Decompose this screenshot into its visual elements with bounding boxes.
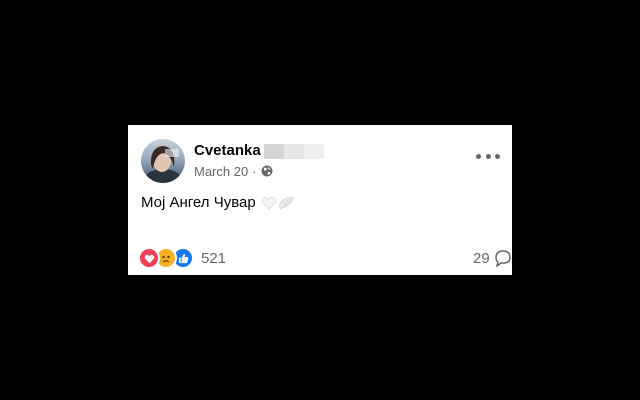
- love-icon: [138, 247, 160, 269]
- more-options-button[interactable]: [476, 149, 500, 163]
- reaction-count: 521: [201, 249, 227, 267]
- avatar[interactable]: [141, 139, 185, 183]
- meta-separator: ·: [252, 163, 257, 179]
- comment-icon: [494, 250, 511, 267]
- globe-icon: [261, 165, 273, 177]
- dot-icon: [495, 153, 500, 159]
- post-date[interactable]: March 20: [194, 164, 248, 179]
- post-card: Cvetanka March 20 · Мој Ангел Чувар 521 …: [128, 125, 512, 275]
- white-heart-icon: [261, 197, 276, 210]
- wing-icon: [278, 196, 294, 210]
- name-redaction: [264, 144, 324, 159]
- comment-count: 29: [473, 249, 490, 267]
- author-name[interactable]: Cvetanka: [194, 142, 261, 160]
- dot-icon: [476, 153, 481, 159]
- dot-icon: [485, 153, 491, 159]
- post-meta: March 20 ·: [194, 163, 273, 179]
- reactions-summary[interactable]: 521: [138, 247, 227, 269]
- comments-summary[interactable]: 29: [473, 248, 512, 268]
- post-text: Мој Ангел Чувар: [141, 194, 294, 212]
- post-message: Мој Ангел Чувар: [141, 194, 256, 211]
